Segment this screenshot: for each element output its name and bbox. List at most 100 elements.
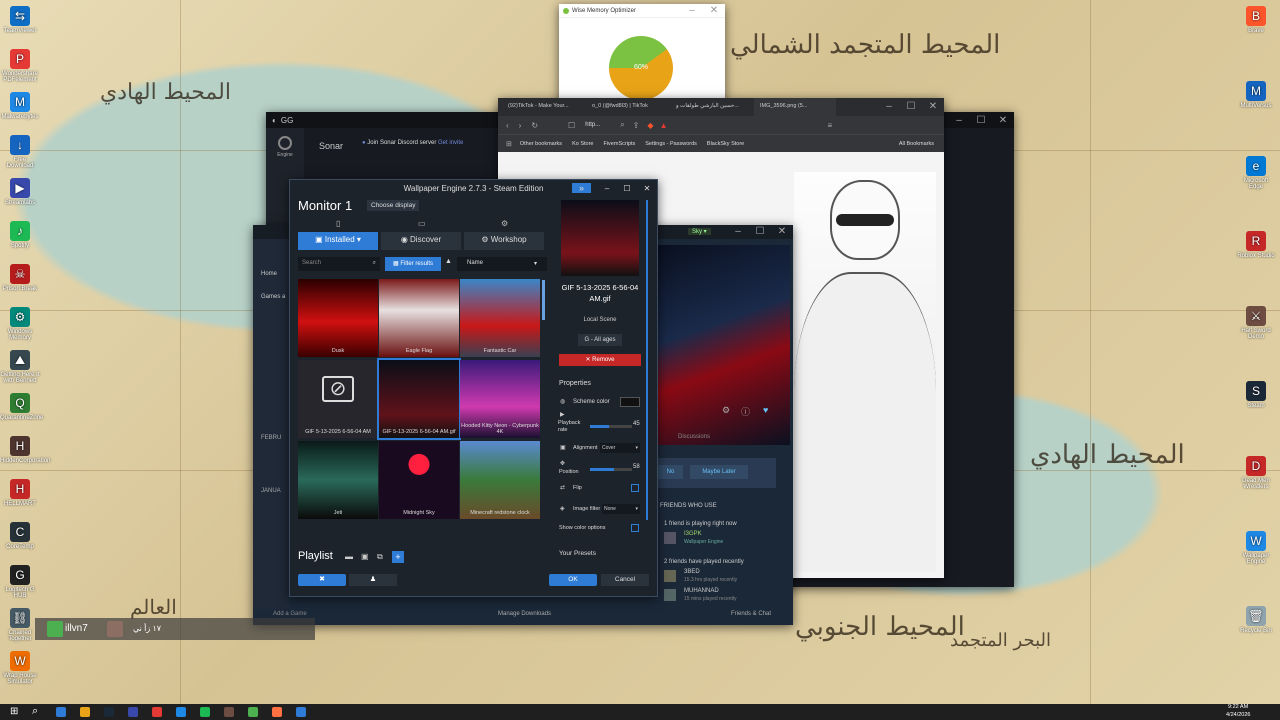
taskbar-app-icon[interactable] <box>80 707 90 717</box>
bookmark-item[interactable]: Settings - Passwords <box>645 141 697 147</box>
desktop-shortcut[interactable]: M MultiVersus <box>1236 81 1276 109</box>
playlist-folder-icon[interactable]: ▬ <box>345 552 353 561</box>
close-button[interactable]: ✕ <box>637 184 657 193</box>
taskbar-app-icon[interactable] <box>176 707 186 717</box>
image-filter-select[interactable]: None ▾ <box>602 504 640 514</box>
wallpaper-tile[interactable]: Fantastic Car <box>460 279 540 357</box>
desktop-shortcut[interactable]: 🗑 Recycle Bin <box>1236 606 1276 634</box>
wallpaper-tile[interactable]: Eagle Flag <box>379 279 459 357</box>
add-game-button[interactable]: Add a Game <box>273 611 307 617</box>
desktop-shortcut[interactable]: M Malwarebytes <box>0 92 40 120</box>
get-invite-link[interactable]: Get invite <box>438 140 463 146</box>
brave-shield-icon[interactable]: ◆ <box>647 121 653 130</box>
choose-display-button[interactable]: Choose display <box>367 200 420 211</box>
bookmark-icon[interactable]: ☐ <box>568 121 575 130</box>
wallpaper-tile[interactable]: GIF 5-13-2025 6-56-04 AM.gif <box>377 358 461 440</box>
tab-workshop[interactable]: ⚙ Workshop <box>464 232 544 250</box>
close-button[interactable]: ✕ <box>703 5 725 16</box>
properties-scrollbar[interactable] <box>646 200 648 520</box>
desktop-shortcut[interactable]: W Wrap House Simulator <box>0 651 40 685</box>
engine-icon[interactable] <box>278 136 292 150</box>
rewards-icon[interactable]: ▲ <box>660 121 668 130</box>
settings-icon[interactable]: ⚙ <box>501 219 508 228</box>
collapse-button[interactable]: » <box>571 183 591 193</box>
share-icon[interactable]: ⇪ <box>633 121 640 130</box>
show-color-options-checkbox[interactable] <box>631 524 639 532</box>
desktop-shortcut[interactable]: e Microsoft Edge <box>1236 156 1276 190</box>
flip-checkbox[interactable] <box>631 484 639 492</box>
desktop-shortcut[interactable]: G Logitech G HUB <box>0 565 40 599</box>
playlist-clear-button[interactable]: ✖ <box>298 574 346 586</box>
ok-button[interactable]: OK <box>549 574 597 586</box>
desktop-shortcut[interactable]: ⛰ Getting Here It with Bennett <box>0 350 40 384</box>
monitor-icon[interactable]: ▭ <box>418 219 426 228</box>
wallpaper-tile[interactable]: Hooded Kitty Neon - Cyberpunk 4K <box>460 360 540 438</box>
memory-optimizer-window[interactable]: Wise Memory Optimizer – ✕ 60% <box>559 4 725 104</box>
browser-tab[interactable]: IMG_3596.png (5... <box>754 98 836 116</box>
desktop-shortcut[interactable]: ↓ Free Download <box>0 135 40 169</box>
grid-scrollbar[interactable] <box>542 280 545 320</box>
maximize-button[interactable]: ☐ <box>749 226 771 237</box>
discord-banner[interactable]: ● Join Sonar Discord server Get invite <box>362 140 500 152</box>
remove-button[interactable]: ✕ Remove <box>559 354 641 366</box>
bookmark-item[interactable]: Other bookmarks <box>520 141 562 147</box>
forward-icon[interactable]: › <box>519 121 522 130</box>
info-icon[interactable]: ⓘ <box>741 405 750 418</box>
desktop-shortcut[interactable]: H HELLMART <box>0 479 40 507</box>
desktop-shortcut[interactable]: ⛓ Chained Together <box>0 608 40 642</box>
browser-tab[interactable]: o_0 (@fwd8l3) | TikTok <box>586 98 668 116</box>
discussions-tab[interactable]: Discussions <box>678 434 710 440</box>
settings-icon[interactable]: ⚙ <box>722 405 730 416</box>
desktop-shortcut[interactable]: ⚙ Windows Memory <box>0 307 40 341</box>
browser-tab[interactable]: حسين البارشي طولقات و... <box>670 98 752 116</box>
close-button[interactable]: ✕ <box>992 115 1014 126</box>
playlist-save-icon[interactable]: ▣ <box>361 552 369 561</box>
friend-row[interactable]: I3GPK Wallpaper Engine <box>664 530 774 548</box>
bookmark-item[interactable]: FivemScripts <box>603 141 635 147</box>
steam-sky-badge[interactable]: Sky ▾ <box>688 228 711 235</box>
taskbar-app-icon[interactable] <box>248 707 258 717</box>
search-input[interactable]: Search ⌕ <box>298 257 380 271</box>
desktop-shortcut[interactable]: S Steam <box>1236 381 1276 409</box>
minimize-button[interactable]: – <box>948 115 970 126</box>
taskbar-app-icon[interactable] <box>224 707 234 717</box>
taskbar-app-icon[interactable] <box>200 707 210 717</box>
taskbar-app-icon[interactable] <box>56 707 66 717</box>
wallpaper-tile[interactable]: Minecraft redstone clock <box>460 441 540 519</box>
desktop-shortcut[interactable]: ⇆ TeamViewer <box>0 6 40 34</box>
desktop-shortcut[interactable]: P Wondershare PDFelement <box>0 49 40 83</box>
desktop-shortcut[interactable]: C CoreTemp <box>0 522 40 550</box>
user-overlay[interactable]: illvn7 ١٧ زأ ني <box>35 618 315 640</box>
desktop-shortcut[interactable]: ♪ Spotify <box>0 221 40 249</box>
filter-results-button[interactable]: ▦ Filter results <box>385 257 441 271</box>
wallpaper-tile[interactable]: ⊘ GIF 5-13-2025 6-56-04 AM <box>298 360 378 438</box>
favorite-icon[interactable]: ♥ <box>763 405 768 415</box>
wallpaper-engine-window[interactable]: Wallpaper Engine 2.7.3 - Steam Edition »… <box>289 179 658 597</box>
search-icon[interactable]: ⌕ <box>32 705 38 718</box>
zoom-icon[interactable]: ⌕ <box>620 120 624 130</box>
home-link[interactable]: Home <box>261 271 277 277</box>
desktop-shortcut[interactable]: H HiddenCorporation <box>0 436 50 464</box>
desktop-shortcut[interactable]: ▶ Streamlabs <box>0 178 40 206</box>
close-button[interactable]: ✕ <box>771 226 793 237</box>
bookmark-item[interactable]: BlackSky Store <box>707 141 744 147</box>
desktop-shortcut[interactable]: B Brave <box>1236 6 1276 34</box>
playlist-link-icon[interactable]: ⧉ <box>377 552 383 562</box>
games-dropdown[interactable]: Games a <box>261 294 285 300</box>
wallpaper-tile[interactable]: Dusk <box>298 279 378 357</box>
clock-date[interactable]: 4/24/2026 <box>1226 712 1250 718</box>
taskbar-app-icon[interactable] <box>272 707 282 717</box>
friend-row[interactable]: 3BED 15.3 hrs played recently <box>664 568 774 586</box>
sort-direction-icon[interactable]: ▲ <box>445 258 452 265</box>
minimize-button[interactable]: – <box>878 101 900 112</box>
extensions-icon[interactable]: ≡ <box>828 121 833 130</box>
playlist-user-button[interactable]: ♟ <box>349 574 397 586</box>
taskbar-app-icon[interactable] <box>128 707 138 717</box>
phone-icon[interactable]: ▯ <box>336 219 340 228</box>
all-bookmarks[interactable]: All Bookmarks <box>899 141 934 147</box>
desktop-shortcut[interactable]: Q QuarantineZone <box>0 393 43 421</box>
clock-time[interactable]: 9:22 AM <box>1228 704 1248 710</box>
maximize-button[interactable]: ☐ <box>900 101 922 112</box>
desktop-shortcut[interactable]: D Dead Men Wrestlers <box>1236 456 1276 490</box>
reload-icon[interactable]: ↻ <box>531 121 538 130</box>
